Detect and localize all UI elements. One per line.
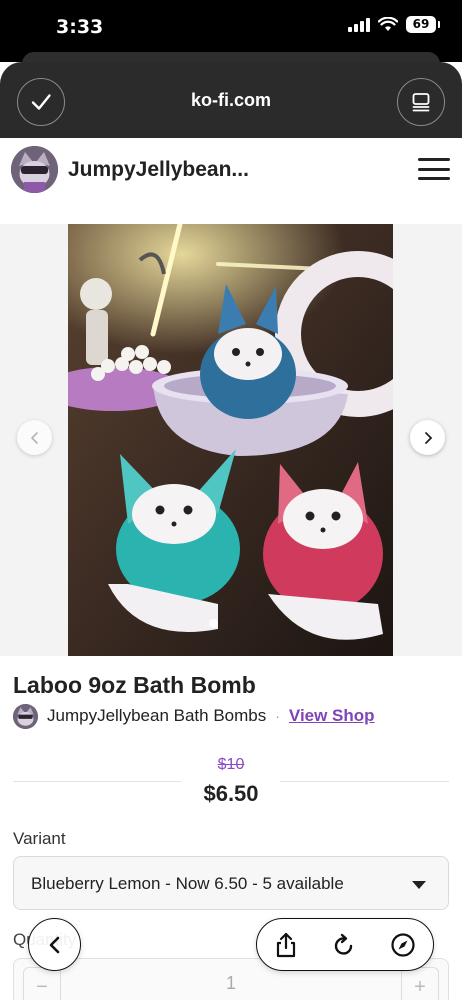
original-price: $10 <box>217 756 245 773</box>
gallery-next-button[interactable] <box>410 420 445 455</box>
back-button[interactable] <box>28 918 81 971</box>
reload-button[interactable] <box>329 930 359 960</box>
compass-button[interactable] <box>388 930 418 960</box>
variant-select[interactable]: Blueberry Lemon - Now 6.50 - 5 available <box>13 856 449 910</box>
chevron-left-icon <box>49 936 59 953</box>
share-button[interactable] <box>271 930 301 960</box>
shop-name[interactable]: JumpyJellybean... <box>68 158 249 182</box>
quantity-value[interactable]: 1 <box>14 973 448 994</box>
site-header: JumpyJellybean... <box>0 138 462 202</box>
status-icons: 69 <box>348 16 440 33</box>
product-title: Laboo 9oz Bath Bomb <box>13 672 256 698</box>
share-icon <box>276 932 296 958</box>
separator: · <box>275 708 280 724</box>
shop-avatar[interactable] <box>11 146 58 193</box>
tab-overview-icon <box>412 93 430 112</box>
variant-label: Variant <box>13 829 66 848</box>
gallery-page-indicator[interactable] <box>209 619 218 628</box>
reload-icon <box>334 933 353 955</box>
seller-row: JumpyJellybean Bath Bombs · View Shop <box>13 703 375 729</box>
status-time: 3:33 <box>56 16 104 38</box>
wifi-icon <box>378 17 398 31</box>
view-shop-link[interactable]: View Shop <box>289 706 375 726</box>
sale-price: $6.50 <box>203 781 259 806</box>
seller-avatar[interactable] <box>13 703 38 729</box>
battery-indicator: 69 <box>406 16 440 33</box>
product-image[interactable] <box>68 224 393 656</box>
chevron-left-icon <box>30 431 38 444</box>
variant-selected-value: Blueberry Lemon - Now 6.50 - 5 available <box>31 874 344 893</box>
chevron-right-icon <box>424 431 432 444</box>
product-gallery <box>0 224 462 656</box>
browser-toolbar: ko-fi.com <box>0 62 462 138</box>
gallery-prev-button[interactable] <box>17 420 52 455</box>
cellular-signal-icon <box>348 17 370 32</box>
tab-overview-button[interactable] <box>397 78 445 126</box>
quantity-increase-button[interactable]: + <box>401 967 439 1000</box>
seller-name[interactable]: JumpyJellybean Bath Bombs <box>47 706 266 726</box>
url-label[interactable]: ko-fi.com <box>0 90 462 111</box>
browser-actions <box>256 918 434 971</box>
dropdown-caret-icon <box>412 881 426 889</box>
compass-icon <box>391 933 415 957</box>
hamburger-menu-icon[interactable] <box>418 158 450 180</box>
